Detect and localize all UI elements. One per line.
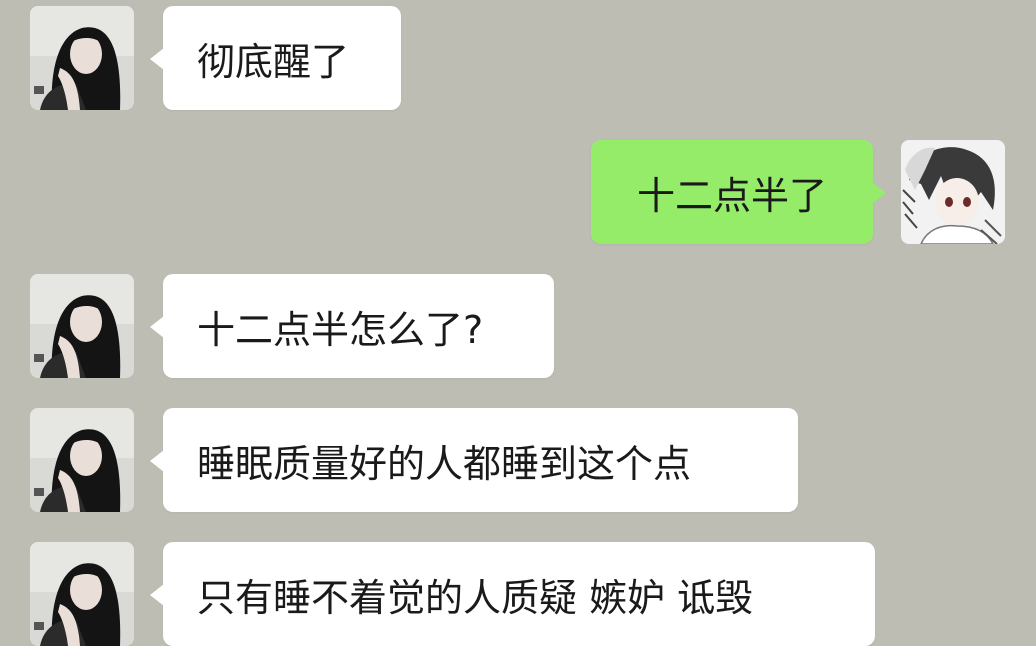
message-text: 十二点半了 (636, 173, 827, 218)
contact-avatar-icon[interactable] (30, 542, 134, 646)
message-bubble[interactable]: 十二点半了 (591, 140, 886, 244)
message-bubble[interactable]: 睡眠质量好的人都睡到这个点 (150, 408, 798, 512)
message-bubble[interactable]: 十二点半怎么了? (150, 274, 554, 378)
contact-avatar-icon[interactable] (30, 408, 134, 512)
contact-avatar-icon[interactable] (30, 6, 134, 110)
message-text: 十二点半怎么了? (197, 307, 484, 352)
message-bubble[interactable]: 只有睡不着觉的人质疑 嫉妒 诋毁 (150, 542, 875, 646)
my-avatar-icon[interactable] (901, 140, 1005, 244)
message-bubble[interactable]: 彻底醒了 (150, 6, 401, 110)
message-text: 睡眠质量好的人都睡到这个点 (197, 441, 692, 486)
message-text: 只有睡不着觉的人质疑 嫉妒 诋毁 (197, 575, 754, 620)
contact-avatar-icon[interactable] (30, 274, 134, 378)
chat-window[interactable]: 彻底醒了 十二点半了 十二点半怎么了? 睡眠质量好的人都睡到这个点 只有睡不着觉 (0, 0, 1036, 646)
message-text: 彻底醒了 (197, 39, 350, 84)
